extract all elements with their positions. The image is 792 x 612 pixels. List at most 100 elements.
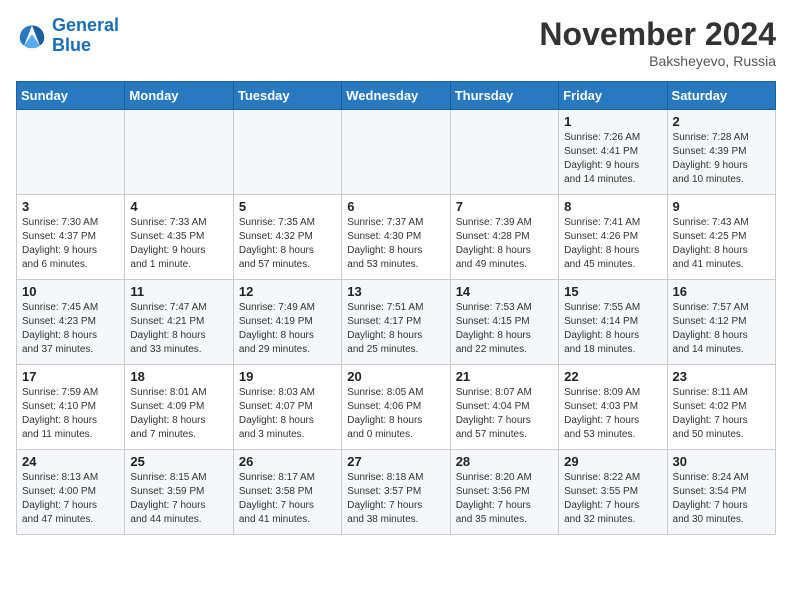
day-info: Sunrise: 8:09 AM Sunset: 4:03 PM Dayligh… (564, 386, 661, 442)
table-row: 4 Sunrise: 7:33 AM Sunset: 4:35 PM Daylig… (125, 195, 233, 280)
title-block: November 2024 Baksheyevo, Russia (539, 16, 776, 69)
page-header: General Blue November 2024 Baksheyevo, R… (16, 16, 776, 69)
day-number: 1 (564, 114, 661, 129)
day-info: Sunrise: 7:49 AM Sunset: 4:19 PM Dayligh… (239, 301, 336, 357)
table-row: 8Sunrise: 7:41 AM Sunset: 4:26 PM Daylig… (559, 195, 667, 280)
day-info: Sunrise: 8:07 AM Sunset: 4:04 PM Dayligh… (456, 386, 553, 442)
table-row: 12 Sunrise: 7:49 AM Sunset: 4:19 PM Dayli… (233, 280, 341, 365)
day-info: Sunrise: 7:51 AM Sunset: 4:17 PM Dayligh… (347, 301, 444, 357)
table-row: 24 Sunrise: 8:13 AM Sunset: 4:00 PM Dayli… (17, 450, 125, 535)
table-row: 6 Sunrise: 7:37 AM Sunset: 4:30 PM Daylig… (342, 195, 450, 280)
day-info: Sunrise: 7:37 AM Sunset: 4:30 PM Dayligh… (347, 216, 444, 272)
day-info: Sunrise: 7:41 AM Sunset: 4:26 PM Dayligh… (564, 216, 661, 272)
day-header-friday: Friday (559, 82, 667, 110)
day-number: 22 (564, 369, 661, 384)
table-row: 26 Sunrise: 8:17 AM Sunset: 3:58 PM Dayli… (233, 450, 341, 535)
day-number: 20 (347, 369, 444, 384)
day-info: Sunrise: 7:57 AM Sunset: 4:12 PM Dayligh… (673, 301, 770, 357)
table-row: 30 Sunrise: 8:24 AM Sunset: 3:54 PM Dayli… (667, 450, 775, 535)
day-number: 17 (22, 369, 119, 384)
header-row: SundayMondayTuesdayWednesdayThursdayFrid… (17, 82, 776, 110)
day-info: Sunrise: 8:17 AM Sunset: 3:58 PM Dayligh… (239, 471, 336, 527)
day-header-thursday: Thursday (450, 82, 558, 110)
day-header-saturday: Saturday (667, 82, 775, 110)
calendar-week-2: 3 Sunrise: 7:30 AM Sunset: 4:37 PM Daylig… (17, 195, 776, 280)
day-number: 28 (456, 454, 553, 469)
table-row (233, 110, 341, 195)
day-header-sunday: Sunday (17, 82, 125, 110)
table-row: 3 Sunrise: 7:30 AM Sunset: 4:37 PM Daylig… (17, 195, 125, 280)
day-info: Sunrise: 8:18 AM Sunset: 3:57 PM Dayligh… (347, 471, 444, 527)
table-row: 14 Sunrise: 7:53 AM Sunset: 4:15 PM Dayli… (450, 280, 558, 365)
table-row: 2Sunrise: 7:28 AM Sunset: 4:39 PM Daylig… (667, 110, 775, 195)
logo-icon (16, 22, 48, 50)
logo-line1: General (52, 15, 119, 35)
day-info: Sunrise: 7:59 AM Sunset: 4:10 PM Dayligh… (22, 386, 119, 442)
calendar-week-4: 17 Sunrise: 7:59 AM Sunset: 4:10 PM Dayli… (17, 365, 776, 450)
logo-line2: Blue (52, 35, 91, 55)
calendar-week-1: 1 Sunrise: 7:26 AM Sunset: 4:41 PM Daylig… (17, 110, 776, 195)
day-number: 6 (347, 199, 444, 214)
day-info: Sunrise: 8:03 AM Sunset: 4:07 PM Dayligh… (239, 386, 336, 442)
logo: General Blue (16, 16, 119, 56)
day-number: 14 (456, 284, 553, 299)
day-number: 7 (456, 199, 553, 214)
calendar-week-5: 24 Sunrise: 8:13 AM Sunset: 4:00 PM Dayli… (17, 450, 776, 535)
table-row: 16 Sunrise: 7:57 AM Sunset: 4:12 PM Dayli… (667, 280, 775, 365)
day-number: 21 (456, 369, 553, 384)
day-number: 13 (347, 284, 444, 299)
table-row: 17 Sunrise: 7:59 AM Sunset: 4:10 PM Dayli… (17, 365, 125, 450)
day-info: Sunrise: 8:24 AM Sunset: 3:54 PM Dayligh… (673, 471, 770, 527)
day-number: 3 (22, 199, 119, 214)
calendar-table: SundayMondayTuesdayWednesdayThursdayFrid… (16, 81, 776, 535)
table-row: 23Sunrise: 8:11 AM Sunset: 4:02 PM Dayli… (667, 365, 775, 450)
day-info: Sunrise: 8:20 AM Sunset: 3:56 PM Dayligh… (456, 471, 553, 527)
day-info: Sunrise: 7:47 AM Sunset: 4:21 PM Dayligh… (130, 301, 227, 357)
day-info: Sunrise: 7:30 AM Sunset: 4:37 PM Dayligh… (22, 216, 119, 272)
table-row: 20 Sunrise: 8:05 AM Sunset: 4:06 PM Dayli… (342, 365, 450, 450)
day-info: Sunrise: 7:45 AM Sunset: 4:23 PM Dayligh… (22, 301, 119, 357)
month-title: November 2024 (539, 16, 776, 53)
day-header-tuesday: Tuesday (233, 82, 341, 110)
day-number: 5 (239, 199, 336, 214)
table-row: 19 Sunrise: 8:03 AM Sunset: 4:07 PM Dayli… (233, 365, 341, 450)
day-number: 19 (239, 369, 336, 384)
day-info: Sunrise: 8:05 AM Sunset: 4:06 PM Dayligh… (347, 386, 444, 442)
day-number: 24 (22, 454, 119, 469)
day-number: 16 (673, 284, 770, 299)
day-header-wednesday: Wednesday (342, 82, 450, 110)
day-number: 18 (130, 369, 227, 384)
table-row: 27 Sunrise: 8:18 AM Sunset: 3:57 PM Dayli… (342, 450, 450, 535)
day-number: 29 (564, 454, 661, 469)
day-number: 4 (130, 199, 227, 214)
table-row: 25 Sunrise: 8:15 AM Sunset: 3:59 PM Dayli… (125, 450, 233, 535)
day-info: Sunrise: 8:15 AM Sunset: 3:59 PM Dayligh… (130, 471, 227, 527)
day-info: Sunrise: 7:35 AM Sunset: 4:32 PM Dayligh… (239, 216, 336, 272)
day-number: 26 (239, 454, 336, 469)
day-number: 9 (673, 199, 770, 214)
day-info: Sunrise: 8:11 AM Sunset: 4:02 PM Dayligh… (673, 386, 770, 442)
location: Baksheyevo, Russia (539, 53, 776, 69)
table-row: 28 Sunrise: 8:20 AM Sunset: 3:56 PM Dayli… (450, 450, 558, 535)
day-number: 15 (564, 284, 661, 299)
day-info: Sunrise: 7:43 AM Sunset: 4:25 PM Dayligh… (673, 216, 770, 272)
table-row: 10 Sunrise: 7:45 AM Sunset: 4:23 PM Dayli… (17, 280, 125, 365)
table-row: 29Sunrise: 8:22 AM Sunset: 3:55 PM Dayli… (559, 450, 667, 535)
day-number: 30 (673, 454, 770, 469)
day-info: Sunrise: 7:55 AM Sunset: 4:14 PM Dayligh… (564, 301, 661, 357)
day-info: Sunrise: 7:39 AM Sunset: 4:28 PM Dayligh… (456, 216, 553, 272)
table-row: 22 Sunrise: 8:09 AM Sunset: 4:03 PM Dayli… (559, 365, 667, 450)
day-info: Sunrise: 7:28 AM Sunset: 4:39 PM Dayligh… (673, 131, 770, 187)
day-info: Sunrise: 8:13 AM Sunset: 4:00 PM Dayligh… (22, 471, 119, 527)
table-row: 15 Sunrise: 7:55 AM Sunset: 4:14 PM Dayli… (559, 280, 667, 365)
day-info: Sunrise: 7:53 AM Sunset: 4:15 PM Dayligh… (456, 301, 553, 357)
table-row: 5 Sunrise: 7:35 AM Sunset: 4:32 PM Daylig… (233, 195, 341, 280)
day-info: Sunrise: 7:26 AM Sunset: 4:41 PM Dayligh… (564, 131, 661, 187)
day-number: 10 (22, 284, 119, 299)
table-row: 1 Sunrise: 7:26 AM Sunset: 4:41 PM Daylig… (559, 110, 667, 195)
day-number: 12 (239, 284, 336, 299)
day-number: 27 (347, 454, 444, 469)
table-row: 13 Sunrise: 7:51 AM Sunset: 4:17 PM Dayli… (342, 280, 450, 365)
day-number: 25 (130, 454, 227, 469)
day-info: Sunrise: 7:33 AM Sunset: 4:35 PM Dayligh… (130, 216, 227, 272)
